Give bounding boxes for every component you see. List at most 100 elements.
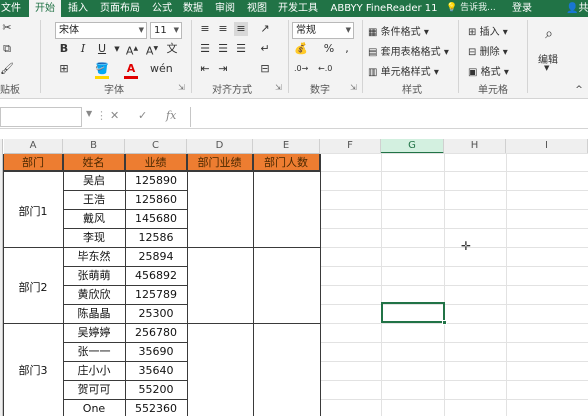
column-header-d[interactable]: D bbox=[187, 139, 253, 154]
cell-performance[interactable]: 145680 bbox=[125, 209, 187, 228]
column-header-a[interactable]: A bbox=[4, 139, 63, 154]
cut-icon[interactable]: ✂ bbox=[0, 21, 14, 35]
format-cells-button[interactable]: ▣ 格式 ▾ bbox=[468, 63, 509, 78]
formula-input[interactable] bbox=[190, 107, 588, 127]
cell-name[interactable]: 毕东然 bbox=[63, 247, 125, 266]
column-header-e[interactable]: E bbox=[253, 139, 320, 154]
align-right-icon[interactable]: ☰ bbox=[234, 42, 248, 56]
decrease-font-icon[interactable]: A▼ bbox=[145, 42, 159, 58]
cell-performance[interactable]: 125860 bbox=[125, 190, 187, 209]
collapse-ribbon-icon[interactable]: ^ bbox=[572, 83, 586, 97]
cell-name[interactable]: 贺可可 bbox=[63, 380, 125, 399]
cancel-icon[interactable]: ✕ bbox=[110, 109, 119, 122]
column-header-f[interactable]: F bbox=[320, 139, 381, 154]
fill-color-icon[interactable]: 🪣 bbox=[95, 62, 109, 76]
cell-performance[interactable]: 35640 bbox=[125, 361, 187, 380]
font-color-icon[interactable]: A bbox=[124, 62, 138, 76]
orientation-icon[interactable]: ↗ bbox=[258, 22, 272, 36]
tab-file[interactable]: 文件 bbox=[0, 0, 22, 17]
comma-icon[interactable]: , bbox=[340, 42, 354, 56]
wrap-text-icon[interactable]: ↵ bbox=[258, 42, 272, 56]
increase-font-icon[interactable]: A▲ bbox=[125, 42, 139, 58]
conditional-format-button[interactable]: ▦ 条件格式 ▾ bbox=[368, 23, 429, 38]
cell-performance[interactable]: 456892 bbox=[125, 266, 187, 285]
dept-label-2[interactable]: 部门2 bbox=[4, 279, 62, 295]
phonetic-icon[interactable]: 文 bbox=[165, 42, 179, 56]
chevron-down-icon[interactable]: ▼ bbox=[110, 42, 124, 56]
column-header-h[interactable]: H bbox=[444, 139, 506, 154]
tab-abbyy[interactable]: ABBYY FineReader 11 bbox=[326, 0, 442, 17]
active-cell[interactable] bbox=[381, 302, 447, 325]
tab-review[interactable]: 审阅 bbox=[211, 0, 239, 17]
align-bottom-icon[interactable]: ≡ bbox=[234, 22, 248, 36]
name-box[interactable] bbox=[0, 107, 82, 127]
italic-button[interactable]: I bbox=[76, 42, 90, 56]
tab-data[interactable]: 数据 bbox=[179, 0, 207, 17]
align-middle-icon[interactable]: ≡ bbox=[216, 22, 230, 36]
tab-developer[interactable]: 开发工具 bbox=[273, 0, 323, 17]
cell-performance[interactable]: 125789 bbox=[125, 285, 187, 304]
cell-performance[interactable]: 12586 bbox=[125, 228, 187, 247]
share-button[interactable]: 👤共享 bbox=[566, 0, 588, 17]
cell-name[interactable]: 李现 bbox=[63, 228, 125, 247]
wen-icon[interactable]: wén bbox=[150, 62, 173, 76]
cell-performance[interactable]: 35690 bbox=[125, 342, 187, 361]
search-icon[interactable]: ⌕ bbox=[540, 25, 558, 43]
merge-cells-icon[interactable]: ⊟ bbox=[258, 62, 272, 76]
decrease-indent-icon[interactable]: ⇤ bbox=[198, 62, 212, 76]
align-top-icon[interactable]: ≡ bbox=[198, 22, 212, 36]
insert-cells-button[interactable]: ⊞ 插入 ▾ bbox=[468, 23, 508, 38]
tab-home[interactable]: 开始 bbox=[29, 0, 61, 17]
number-launcher-icon[interactable]: ⇲ bbox=[350, 83, 357, 92]
column-header-c[interactable]: C bbox=[125, 139, 187, 154]
header-dept-performance[interactable]: 部门业绩 bbox=[187, 154, 253, 171]
header-name[interactable]: 姓名 bbox=[63, 154, 125, 171]
align-left-icon[interactable]: ☰ bbox=[198, 42, 212, 56]
currency-icon[interactable]: 💰 bbox=[294, 42, 308, 56]
cell-styles-button[interactable]: ▥ 单元格样式 ▾ bbox=[368, 63, 439, 78]
insert-function-button[interactable]: fx bbox=[166, 109, 176, 122]
enter-icon[interactable]: ✓ bbox=[138, 109, 147, 122]
cell-name[interactable]: 陈晶晶 bbox=[63, 304, 125, 323]
cell-name[interactable]: 戴风 bbox=[63, 209, 125, 228]
number-format-select[interactable]: 常规 ▼ bbox=[292, 22, 354, 39]
cell-name[interactable]: 黄欣欣 bbox=[63, 285, 125, 304]
tell-me-box[interactable]: 💡 告诉我... bbox=[446, 0, 496, 17]
login-link[interactable]: 登录 bbox=[512, 0, 532, 17]
percent-icon[interactable]: % bbox=[322, 42, 336, 56]
copy-icon[interactable]: ⧉ bbox=[0, 42, 14, 56]
chevron-down-icon[interactable]: ▼ bbox=[544, 64, 549, 72]
cell-performance[interactable]: 25894 bbox=[125, 247, 187, 266]
cell-name[interactable]: One bbox=[63, 399, 125, 416]
cell-name[interactable]: 张一一 bbox=[63, 342, 125, 361]
cell-performance[interactable]: 256780 bbox=[125, 323, 187, 342]
cell-performance[interactable]: 55200 bbox=[125, 380, 187, 399]
bold-button[interactable]: B bbox=[57, 42, 71, 56]
column-header-g[interactable]: G bbox=[381, 139, 444, 154]
tab-formulas[interactable]: 公式 bbox=[148, 0, 176, 17]
align-center-icon[interactable]: ☰ bbox=[216, 42, 230, 56]
tab-view[interactable]: 视图 bbox=[243, 0, 271, 17]
column-header-i[interactable]: I bbox=[506, 139, 588, 154]
header-dept-count[interactable]: 部门人数 bbox=[253, 154, 320, 171]
format-painter-icon[interactable]: 🖌 bbox=[0, 62, 14, 76]
cell-name[interactable]: 吴启 bbox=[63, 171, 125, 190]
delete-cells-button[interactable]: ⊟ 删除 ▾ bbox=[468, 43, 508, 58]
tab-page-layout[interactable]: 页面布局 bbox=[95, 0, 145, 17]
header-dept[interactable]: 部门 bbox=[4, 154, 63, 171]
cell-name[interactable]: 王浩 bbox=[63, 190, 125, 209]
border-icon[interactable]: ⊞ bbox=[57, 62, 71, 76]
cell-performance[interactable]: 125890 bbox=[125, 171, 187, 190]
font-launcher-icon[interactable]: ⇲ bbox=[178, 83, 185, 92]
cell-performance[interactable]: 552360 bbox=[125, 399, 187, 416]
cell-name[interactable]: 吴婷婷 bbox=[63, 323, 125, 342]
table-format-button[interactable]: ▤ 套用表格格式 ▾ bbox=[368, 43, 449, 58]
alignment-launcher-icon[interactable]: ⇲ bbox=[275, 83, 282, 92]
cell-name[interactable]: 张萌萌 bbox=[63, 266, 125, 285]
dept-label-1[interactable]: 部门1 bbox=[4, 203, 62, 219]
cell-performance[interactable]: 25300 bbox=[125, 304, 187, 323]
increase-indent-icon[interactable]: ⇥ bbox=[216, 62, 230, 76]
header-performance[interactable]: 业绩 bbox=[125, 154, 187, 171]
underline-button[interactable]: U bbox=[95, 42, 109, 56]
decrease-decimal-icon[interactable]: ←.0 bbox=[318, 62, 332, 76]
